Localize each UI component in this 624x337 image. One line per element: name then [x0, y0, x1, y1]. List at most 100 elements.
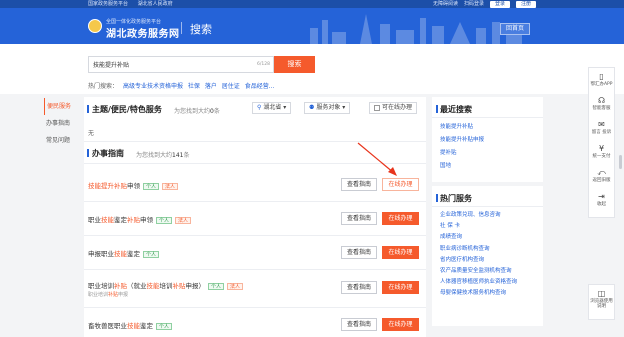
- hot-search-item[interactable]: 高级专业技术资格申报: [123, 83, 183, 90]
- tag-person: 个人: [156, 322, 173, 330]
- online-only-checkbox[interactable]: 可在线办理: [369, 102, 418, 114]
- view-guide-button[interactable]: 查看指南: [341, 178, 377, 191]
- result-title[interactable]: 职业技能鉴定补贴申领 个人 法人: [88, 214, 192, 224]
- recent-search-item[interactable]: 提补贴: [440, 147, 484, 160]
- app-button[interactable]: ▯ 鄂汇办APP: [589, 72, 614, 87]
- online-apply-button[interactable]: 在线办理: [382, 318, 419, 331]
- old-version-button[interactable]: ⤺ 返回旧版: [589, 168, 614, 183]
- results-panel: 主题/便民/特色服务 为您找到大约0条 ⚲ 湖北省 ▾ ⚉ 服务对象 ▾ 可在线…: [84, 97, 426, 337]
- feedback-button[interactable]: ✉ 留言 投诉: [589, 120, 614, 135]
- tag-person: 个人: [143, 250, 160, 258]
- search-section: 6/128 搜索 热门搜索： 高级专业技术资格申报 社保 落户 居住证 食品经营…: [0, 44, 624, 94]
- region-dropdown[interactable]: ⚲ 湖北省 ▾: [252, 102, 292, 114]
- hot-service-item[interactable]: 社 保 卡: [440, 221, 517, 232]
- logo-subtitle: 全国一体化政务服务平台: [106, 19, 162, 25]
- hot-service-item[interactable]: 母婴保健技术服务机构查询: [440, 288, 517, 299]
- result-title[interactable]: 职业培训补贴（就业技能培训补贴申报） 个人 法人: [88, 280, 244, 290]
- hot-search-item[interactable]: 食品经营...: [245, 83, 275, 90]
- recent-searches-panel: 最近搜索 技能提升补贴 技能提升补贴申报 提补贴 国地: [432, 97, 543, 182]
- tag-person: 个人: [156, 216, 173, 224]
- section-title-guides: 办事指南: [87, 149, 124, 158]
- chevron-down-icon: ▾: [342, 104, 346, 111]
- login-button[interactable]: 登录: [489, 0, 510, 8]
- hot-services-panel: 热门服务 企业政策兑现、信息咨询 社 保 卡 成绩查询 职业病诊断机构查询 省内…: [432, 186, 543, 326]
- section-title-themes: 主题/便民/特色服务: [87, 105, 162, 114]
- site-header: 全国一体化政务服务平台 湖北政务服务网 搜索 回首页: [0, 8, 624, 44]
- register-button[interactable]: 注册: [515, 0, 536, 8]
- nav-item-guides[interactable]: 办事指南: [44, 115, 74, 132]
- view-guide-button[interactable]: 查看指南: [341, 281, 377, 294]
- recent-searches-title: 最近搜索: [436, 105, 472, 114]
- tag-legal: 法人: [227, 282, 244, 290]
- recent-search-item[interactable]: 技能提升补贴: [440, 121, 484, 134]
- online-apply-button[interactable]: 在线办理: [382, 246, 419, 259]
- pay-icon: ¥: [598, 144, 605, 153]
- payment-button[interactable]: ¥ 统一支付: [589, 144, 614, 159]
- hot-searches: 热门搜索： 高级专业技术资格申报 社保 落户 居住证 食品经营...: [88, 81, 274, 90]
- mail-icon: ✉: [598, 120, 605, 129]
- search-box: 6/128: [88, 56, 274, 73]
- collapse-button[interactable]: ⇥ 收起: [589, 192, 614, 207]
- national-portal-link[interactable]: 国家政务服务平台: [88, 1, 128, 7]
- header-divider: [181, 22, 182, 34]
- guides-count: 为您找到大约141条: [136, 152, 190, 159]
- scrollbar-thumb[interactable]: [619, 155, 622, 169]
- left-nav: 便民服务 办事指南 常见问题: [44, 98, 74, 149]
- hot-services-title: 热门服务: [436, 194, 472, 203]
- hot-service-item[interactable]: 职业病诊断机构查询: [440, 244, 517, 255]
- result-row: 申报职业技能鉴定 个人 查看指南 在线办理: [84, 236, 426, 270]
- browser-guide-button[interactable]: ◫ 浏览器使用说明: [588, 284, 615, 320]
- hot-service-item[interactable]: 企业政策兑现、信息咨询: [440, 210, 517, 221]
- online-apply-button[interactable]: 在线办理: [382, 281, 419, 294]
- target-dropdown[interactable]: ⚉ 服务对象 ▾: [304, 102, 351, 114]
- hot-service-item[interactable]: 成绩查询: [440, 232, 517, 243]
- logo-title[interactable]: 湖北政务服务网: [106, 25, 180, 40]
- hot-search-item[interactable]: 落户: [205, 83, 217, 90]
- checkbox-icon: [374, 104, 380, 111]
- result-title[interactable]: 申报职业技能鉴定 个人: [88, 248, 160, 258]
- nav-item-faq[interactable]: 常见问题: [44, 132, 74, 149]
- headset-icon: ☊: [597, 96, 606, 105]
- browser-guide: ◫ 浏览器使用说明: [589, 289, 614, 309]
- result-title[interactable]: 畜牧兽医职业技能鉴定 个人: [88, 320, 173, 330]
- char-counter: 6/128: [257, 62, 270, 67]
- phone-icon: ▯: [599, 72, 604, 81]
- province-gov-link[interactable]: 湖北省人民政府: [138, 1, 173, 7]
- search-input[interactable]: [89, 57, 239, 72]
- tag-person: 个人: [208, 282, 225, 290]
- result-row: 职业培训补贴（就业技能培训补贴申报） 个人 法人 职业培训补贴申报 查看指南 在线办…: [84, 270, 426, 308]
- hot-service-item[interactable]: 省内医疗机构查询: [440, 255, 517, 266]
- divider: [432, 206, 543, 207]
- divider: [432, 117, 543, 118]
- browser-icon: ◫: [597, 289, 606, 298]
- chevron-down-icon: ▾: [283, 104, 287, 111]
- hot-service-item[interactable]: 人体器官移植医师执业资格查询: [440, 277, 517, 288]
- search-button[interactable]: 搜索: [274, 56, 315, 73]
- browser-guide-label: 浏览器使用说明: [590, 299, 613, 309]
- skyline-decoration: [310, 14, 522, 44]
- recent-search-item[interactable]: 国地: [440, 160, 484, 173]
- hot-search-item[interactable]: 社保: [188, 83, 200, 90]
- empty-result-text: 无: [88, 130, 95, 137]
- hot-search-item[interactable]: 居住证: [222, 83, 240, 90]
- online-apply-button[interactable]: 在线办理: [382, 178, 419, 191]
- tag-legal: 法人: [175, 216, 192, 224]
- customer-service-button[interactable]: ☊ 智能客服: [589, 96, 614, 111]
- nav-item-convenience[interactable]: 便民服务: [44, 98, 74, 115]
- result-row: 畜牧兽医职业技能鉴定 个人 查看指南 在线办理: [84, 308, 426, 337]
- accessibility-link[interactable]: 无障碍阅读: [433, 0, 458, 8]
- view-guide-button[interactable]: 查看指南: [341, 212, 377, 225]
- collect-icon: ⇥: [598, 192, 605, 201]
- view-guide-button[interactable]: 查看指南: [341, 246, 377, 259]
- hot-service-item[interactable]: 农产品质量安全监测机构查询: [440, 266, 517, 277]
- result-title[interactable]: 技能提升补贴申领 个人 法人: [88, 180, 179, 190]
- recent-search-item[interactable]: 技能提升补贴申报: [440, 134, 484, 147]
- tag-legal: 法人: [162, 182, 179, 190]
- hot-search-label: 热门搜索：: [88, 83, 119, 90]
- view-guide-button[interactable]: 查看指南: [341, 318, 377, 331]
- floating-toolbar: ▯ 鄂汇办APP ☊ 智能客服 ✉ 留言 投诉 ¥ 统一支付 ⤺ 返回旧版 ⇥ …: [588, 67, 615, 218]
- user-icon: ⚉: [309, 104, 315, 111]
- home-button[interactable]: 回首页: [500, 23, 530, 35]
- online-apply-button[interactable]: 在线办理: [382, 212, 419, 225]
- scan-login-link[interactable]: 扫码登录: [464, 0, 484, 8]
